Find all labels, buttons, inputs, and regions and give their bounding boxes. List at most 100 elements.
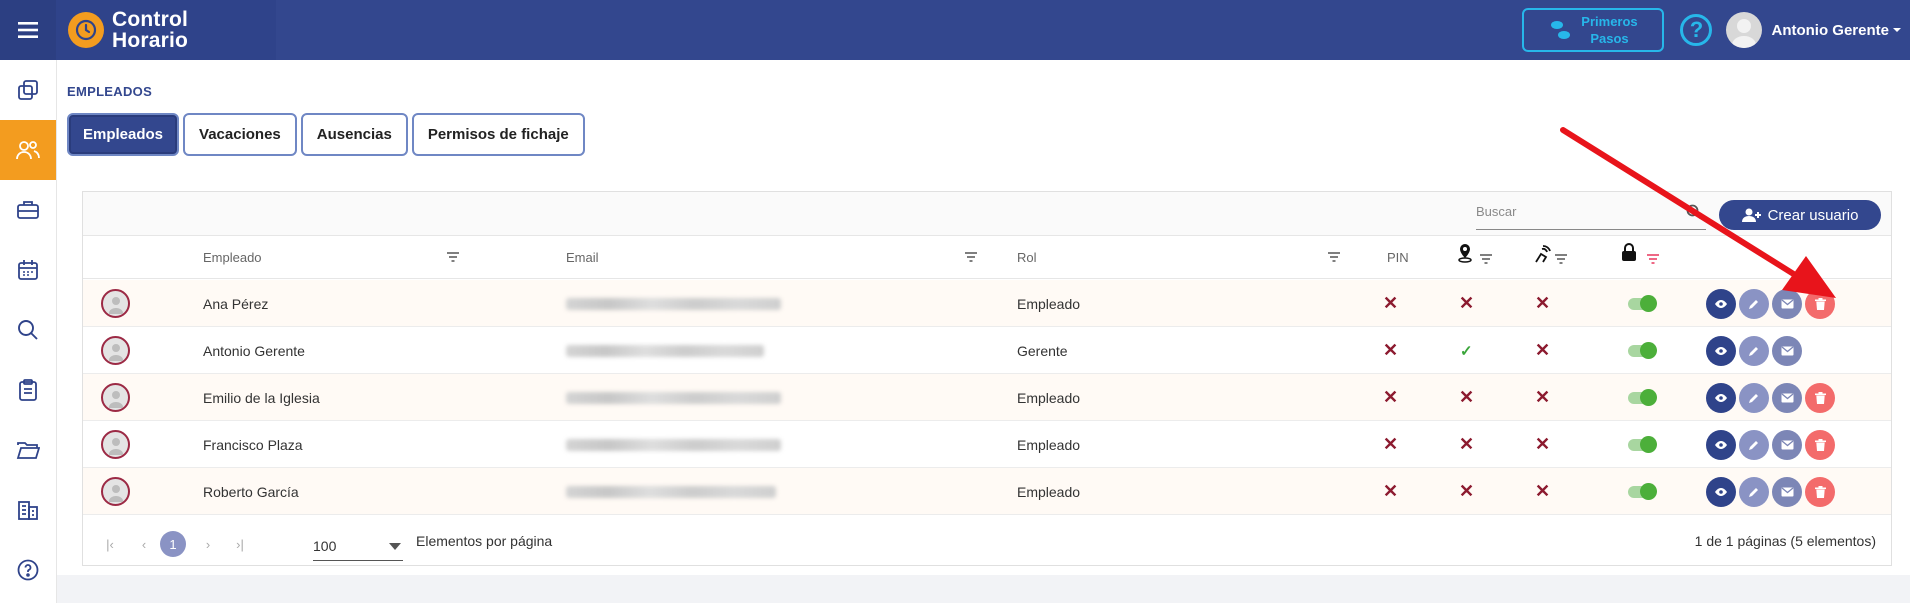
- delete-button[interactable]: [1805, 429, 1835, 460]
- trash-icon: [1814, 297, 1826, 310]
- pin-status-x-icon: ✕: [1383, 340, 1399, 360]
- pencil-icon: [1749, 440, 1758, 450]
- location-status-x-icon: ✕: [1459, 434, 1475, 454]
- tab-bar: Empleados Vacaciones Ausencias Permisos …: [67, 113, 589, 156]
- paginator: |‹ ‹ 1 › ›| 100 Elementos por página 1 d…: [83, 521, 1891, 566]
- nav-item-reports[interactable]: [0, 360, 56, 420]
- pin-status-x-icon: ✕: [1383, 387, 1399, 407]
- clipboard-icon: [19, 379, 37, 401]
- employee-name: Antonio Gerente: [203, 342, 305, 359]
- first-page-icon[interactable]: |‹: [99, 533, 121, 555]
- filter-icon[interactable]: [447, 252, 459, 262]
- first-steps-button[interactable]: Primeros Pasos: [1522, 8, 1665, 52]
- nav-item-help[interactable]: [0, 540, 56, 600]
- search-input[interactable]: [1476, 198, 1676, 224]
- employee-role: Empleado: [1017, 295, 1081, 312]
- app-brand[interactable]: Control Horario: [56, 0, 276, 60]
- nav-item-projects[interactable]: [0, 180, 56, 240]
- users-icon: [16, 141, 40, 160]
- create-user-button[interactable]: Crear usuario: [1719, 200, 1881, 230]
- delete-button[interactable]: [1805, 288, 1835, 319]
- nav-item-search[interactable]: [0, 300, 56, 360]
- filter-icon[interactable]: [1328, 252, 1340, 262]
- location-status-x-icon: ✕: [1459, 293, 1475, 313]
- help-icon[interactable]: ?: [1680, 14, 1713, 46]
- send-email-button[interactable]: [1772, 476, 1802, 507]
- view-button[interactable]: [1706, 429, 1736, 460]
- edit-button[interactable]: [1739, 288, 1769, 319]
- tab-vacaciones[interactable]: Vacaciones: [183, 113, 297, 156]
- trash-icon: [1814, 485, 1826, 498]
- tab-ausencias[interactable]: Ausencias: [300, 113, 408, 156]
- briefcase-icon: [17, 201, 39, 219]
- folder-icon: [16, 442, 40, 459]
- row-actions: [1706, 374, 1838, 421]
- send-email-button[interactable]: [1772, 382, 1802, 413]
- filter-icon[interactable]: [1480, 254, 1492, 264]
- previous-page-icon[interactable]: ‹: [133, 533, 155, 555]
- employee-avatar: [101, 421, 130, 468]
- location-pin-icon: [1458, 244, 1472, 263]
- active-toggle[interactable]: [1628, 468, 1657, 515]
- add-user-icon: [1741, 208, 1761, 222]
- eye-icon: [1715, 440, 1727, 449]
- active-toggle[interactable]: [1628, 374, 1657, 421]
- location-status-x-icon: ✕: [1459, 387, 1475, 407]
- app-name-line2: Horario: [112, 29, 189, 52]
- filter-icon[interactable]: [1555, 254, 1567, 264]
- employee-role: Empleado: [1017, 389, 1081, 406]
- current-page-button[interactable]: 1: [160, 531, 186, 557]
- view-button[interactable]: [1706, 288, 1736, 319]
- pin-status-x-icon: ✕: [1383, 434, 1399, 454]
- tab-permisos-de-fichaje[interactable]: Permisos de fichaje: [411, 113, 585, 156]
- active-toggle[interactable]: [1628, 280, 1657, 327]
- page-size-value: 100: [313, 537, 337, 554]
- search-icon[interactable]: [1686, 204, 1702, 220]
- row-actions: [1706, 280, 1838, 327]
- footsteps-icon: [1551, 21, 1571, 39]
- page-size-select[interactable]: 100: [313, 531, 403, 561]
- nav-item-dashboard[interactable]: [0, 60, 56, 120]
- edit-button[interactable]: [1739, 382, 1769, 413]
- envelope-icon: [1781, 298, 1793, 308]
- nav-item-employees[interactable]: [0, 120, 56, 180]
- active-toggle[interactable]: [1628, 327, 1657, 374]
- nfc-status-x-icon: ✕: [1535, 481, 1551, 501]
- nav-item-calendar[interactable]: [0, 240, 56, 300]
- column-header-pin: PIN: [1387, 250, 1409, 265]
- employee-name: Emilio de la Iglesia: [203, 389, 320, 406]
- table-row: Roberto García Empleado ✕ ✕ ✕: [83, 468, 1891, 515]
- view-button[interactable]: [1706, 335, 1736, 366]
- send-email-button[interactable]: [1772, 335, 1802, 366]
- top-bar: Control Horario Primeros Pasos ? Antonio…: [0, 0, 1910, 60]
- delete-button[interactable]: [1805, 476, 1835, 507]
- view-button[interactable]: [1706, 382, 1736, 413]
- edit-button[interactable]: [1739, 429, 1769, 460]
- email-redacted: [566, 280, 781, 327]
- column-header-role: Rol: [1017, 250, 1037, 265]
- edit-button[interactable]: [1739, 476, 1769, 507]
- edit-button[interactable]: [1739, 335, 1769, 366]
- active-toggle[interactable]: [1628, 421, 1657, 468]
- table-header: Empleado Email Rol PIN: [83, 236, 1891, 279]
- table-toolbar: Crear usuario: [83, 192, 1891, 236]
- trash-icon: [1814, 438, 1826, 451]
- nav-item-documents[interactable]: [0, 420, 56, 480]
- tab-empleados[interactable]: Empleados: [67, 113, 180, 156]
- nav-item-company[interactable]: [0, 480, 56, 540]
- last-page-icon[interactable]: ›|: [229, 533, 251, 555]
- pin-status-x-icon: ✕: [1383, 481, 1399, 501]
- filter-icon[interactable]: [965, 252, 977, 262]
- next-page-icon[interactable]: ›: [197, 533, 219, 555]
- employee-role: Empleado: [1017, 483, 1081, 500]
- send-email-button[interactable]: [1772, 288, 1802, 319]
- filter-active-icon[interactable]: [1647, 254, 1659, 264]
- user-menu[interactable]: Antonio Gerente: [1726, 12, 1902, 48]
- view-button[interactable]: [1706, 476, 1736, 507]
- send-email-button[interactable]: [1772, 429, 1802, 460]
- delete-button[interactable]: [1805, 382, 1835, 413]
- eye-icon: [1715, 393, 1727, 402]
- per-page-label: Elementos por página: [416, 533, 553, 549]
- first-steps-line2: Pasos: [1590, 31, 1629, 46]
- menu-hamburger-icon[interactable]: [0, 0, 56, 60]
